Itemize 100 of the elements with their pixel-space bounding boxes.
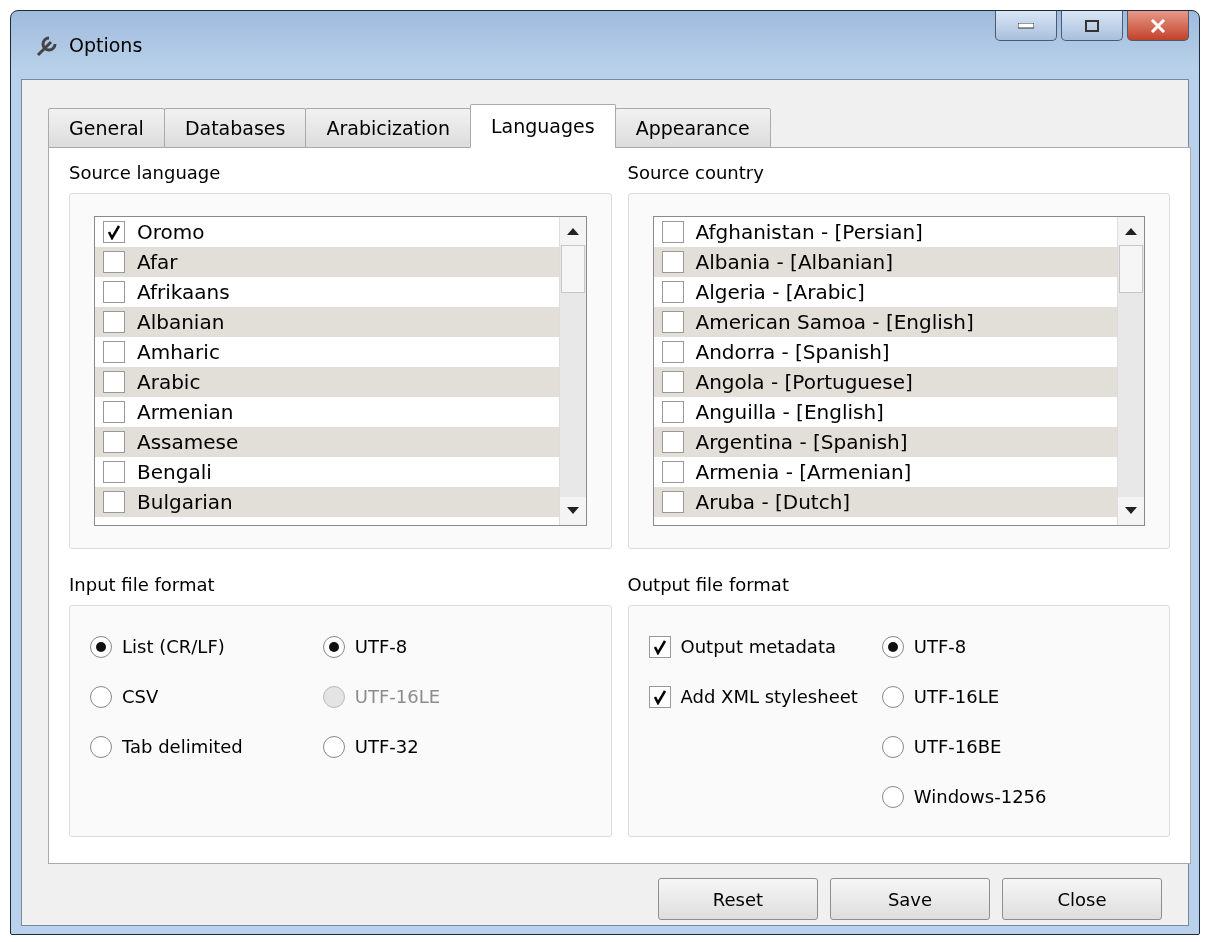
option-label: List (CR/LF) [122, 636, 225, 657]
list-item-label: Algeria - [Arabic] [695, 280, 865, 304]
group-title: Input file format [69, 573, 216, 595]
minimize-button[interactable] [995, 11, 1057, 41]
tab[interactable]: Languages [470, 104, 616, 148]
list-row[interactable]: Aruba - [Dutch] [653, 487, 1117, 517]
checkbox[interactable] [103, 251, 125, 273]
checkbox[interactable] [103, 341, 125, 363]
list-row[interactable]: Arabic [95, 367, 559, 397]
list-row[interactable]: Albanian [95, 307, 559, 337]
list-item-label: Oromo [137, 220, 205, 244]
list-item-label: Armenia - [Armenian] [695, 460, 912, 484]
option-label: Output metadata [680, 636, 836, 657]
scroll-down-icon[interactable] [566, 507, 579, 515]
radio-button[interactable] [322, 735, 345, 758]
radio-button[interactable] [90, 735, 112, 758]
list-item-label: Angola - [Portuguese] [695, 370, 913, 394]
list-item-label: Afar [137, 250, 178, 274]
list-row[interactable]: Assamese [95, 427, 559, 457]
maximize-button[interactable] [1061, 11, 1123, 41]
scroll-up-icon[interactable] [1125, 227, 1137, 235]
checkbox[interactable] [661, 311, 684, 333]
list-item-label: Bulgarian [137, 490, 233, 514]
dialog-button[interactable]: Save [830, 878, 990, 920]
radio-button[interactable] [90, 685, 112, 708]
checkbox[interactable] [661, 431, 684, 453]
checkmark-icon [652, 638, 667, 655]
list-item-label: Anguilla - [English] [695, 400, 884, 424]
maximize-icon [1085, 19, 1099, 32]
option-label: UTF-16BE [913, 736, 1002, 757]
checkbox[interactable] [103, 311, 125, 333]
dialog-button[interactable]: Close [1002, 878, 1162, 920]
option-label: Add XML stylesheet [680, 686, 858, 707]
option-label: UTF-8 [913, 636, 967, 657]
scrollbar-thumb[interactable] [560, 245, 585, 293]
checkbox[interactable] [661, 371, 684, 393]
checkbox[interactable] [103, 371, 125, 393]
list-item-label: Armenian [137, 400, 234, 424]
dialog-button[interactable]: Reset [658, 878, 818, 920]
list-item-label: Assamese [137, 430, 239, 454]
radio-button[interactable] [881, 735, 904, 758]
checkbox[interactable] [103, 461, 125, 483]
radio-button[interactable] [322, 635, 345, 658]
option-label: CSV [122, 686, 159, 707]
checkbox[interactable] [103, 431, 125, 453]
checkbox[interactable] [661, 251, 684, 273]
list-item-label: Afghanistan - [Persian] [695, 220, 923, 244]
list-item-label: Amharic [137, 340, 220, 364]
list-row[interactable]: Albania - [Albanian] [653, 247, 1117, 277]
checkbox[interactable] [661, 341, 684, 363]
option-label: Tab delimited [122, 736, 243, 757]
radio-button[interactable] [881, 685, 904, 708]
scroll-up-icon[interactable] [566, 227, 579, 235]
close-window-button[interactable] [1127, 11, 1189, 41]
list-item-label: Arabic [137, 370, 201, 394]
checkbox[interactable] [103, 491, 125, 513]
option-label: UTF-32 [354, 736, 419, 757]
checkbox[interactable] [661, 491, 684, 513]
list-row[interactable]: Angola - [Portuguese] [653, 367, 1117, 397]
list-row[interactable]: Argentina - [Spanish] [653, 427, 1117, 457]
list-row[interactable]: Bulgarian [95, 487, 559, 517]
checkbox[interactable] [103, 281, 125, 303]
scrollbar-thumb[interactable] [1119, 245, 1143, 293]
scrollbar[interactable] [1117, 217, 1144, 525]
tab[interactable]: Appearance [614, 108, 771, 148]
checkbox[interactable] [103, 221, 125, 243]
tab[interactable]: Arabicization [305, 108, 471, 148]
checkmark-icon [652, 688, 667, 705]
radio-button[interactable] [881, 635, 904, 658]
list-item-label: Bengali [137, 460, 212, 484]
checkmark-icon [107, 224, 121, 240]
tab[interactable]: General [48, 108, 165, 148]
option-label: UTF-8 [354, 636, 408, 657]
checkbox[interactable] [661, 221, 684, 243]
list-item-label: Albanian [137, 310, 225, 334]
checkbox[interactable] [648, 635, 671, 658]
group-title: Output file format [627, 573, 790, 595]
list-item-label: American Samoa - [English] [695, 310, 974, 334]
list-row[interactable]: Afar [95, 247, 559, 277]
checkbox[interactable] [661, 401, 684, 423]
checkbox[interactable] [103, 401, 125, 423]
checkbox[interactable] [648, 685, 671, 708]
close-icon [1150, 18, 1166, 33]
checkbox[interactable] [661, 281, 684, 303]
window-title: Options [69, 34, 143, 56]
tab[interactable]: Databases [163, 108, 307, 148]
option-label: UTF-16LE [354, 686, 441, 707]
checkbox[interactable] [661, 461, 684, 483]
list-item-label: Albania - [Albanian] [695, 250, 894, 274]
option-label: Windows-1256 [913, 786, 1047, 807]
radio-button[interactable] [90, 635, 112, 658]
list-item-label: Afrikaans [137, 280, 230, 304]
scroll-down-icon[interactable] [1125, 507, 1137, 515]
list-item-label: Andorra - [Spanish] [695, 340, 890, 364]
list-item-label: Aruba - [Dutch] [695, 490, 851, 514]
list-row[interactable]: American Samoa - [English] [653, 307, 1117, 337]
group-title: Source country [627, 162, 765, 183]
scrollbar[interactable] [558, 217, 586, 525]
list-item-label: Argentina - [Spanish] [695, 430, 908, 454]
radio-button[interactable] [881, 785, 904, 808]
